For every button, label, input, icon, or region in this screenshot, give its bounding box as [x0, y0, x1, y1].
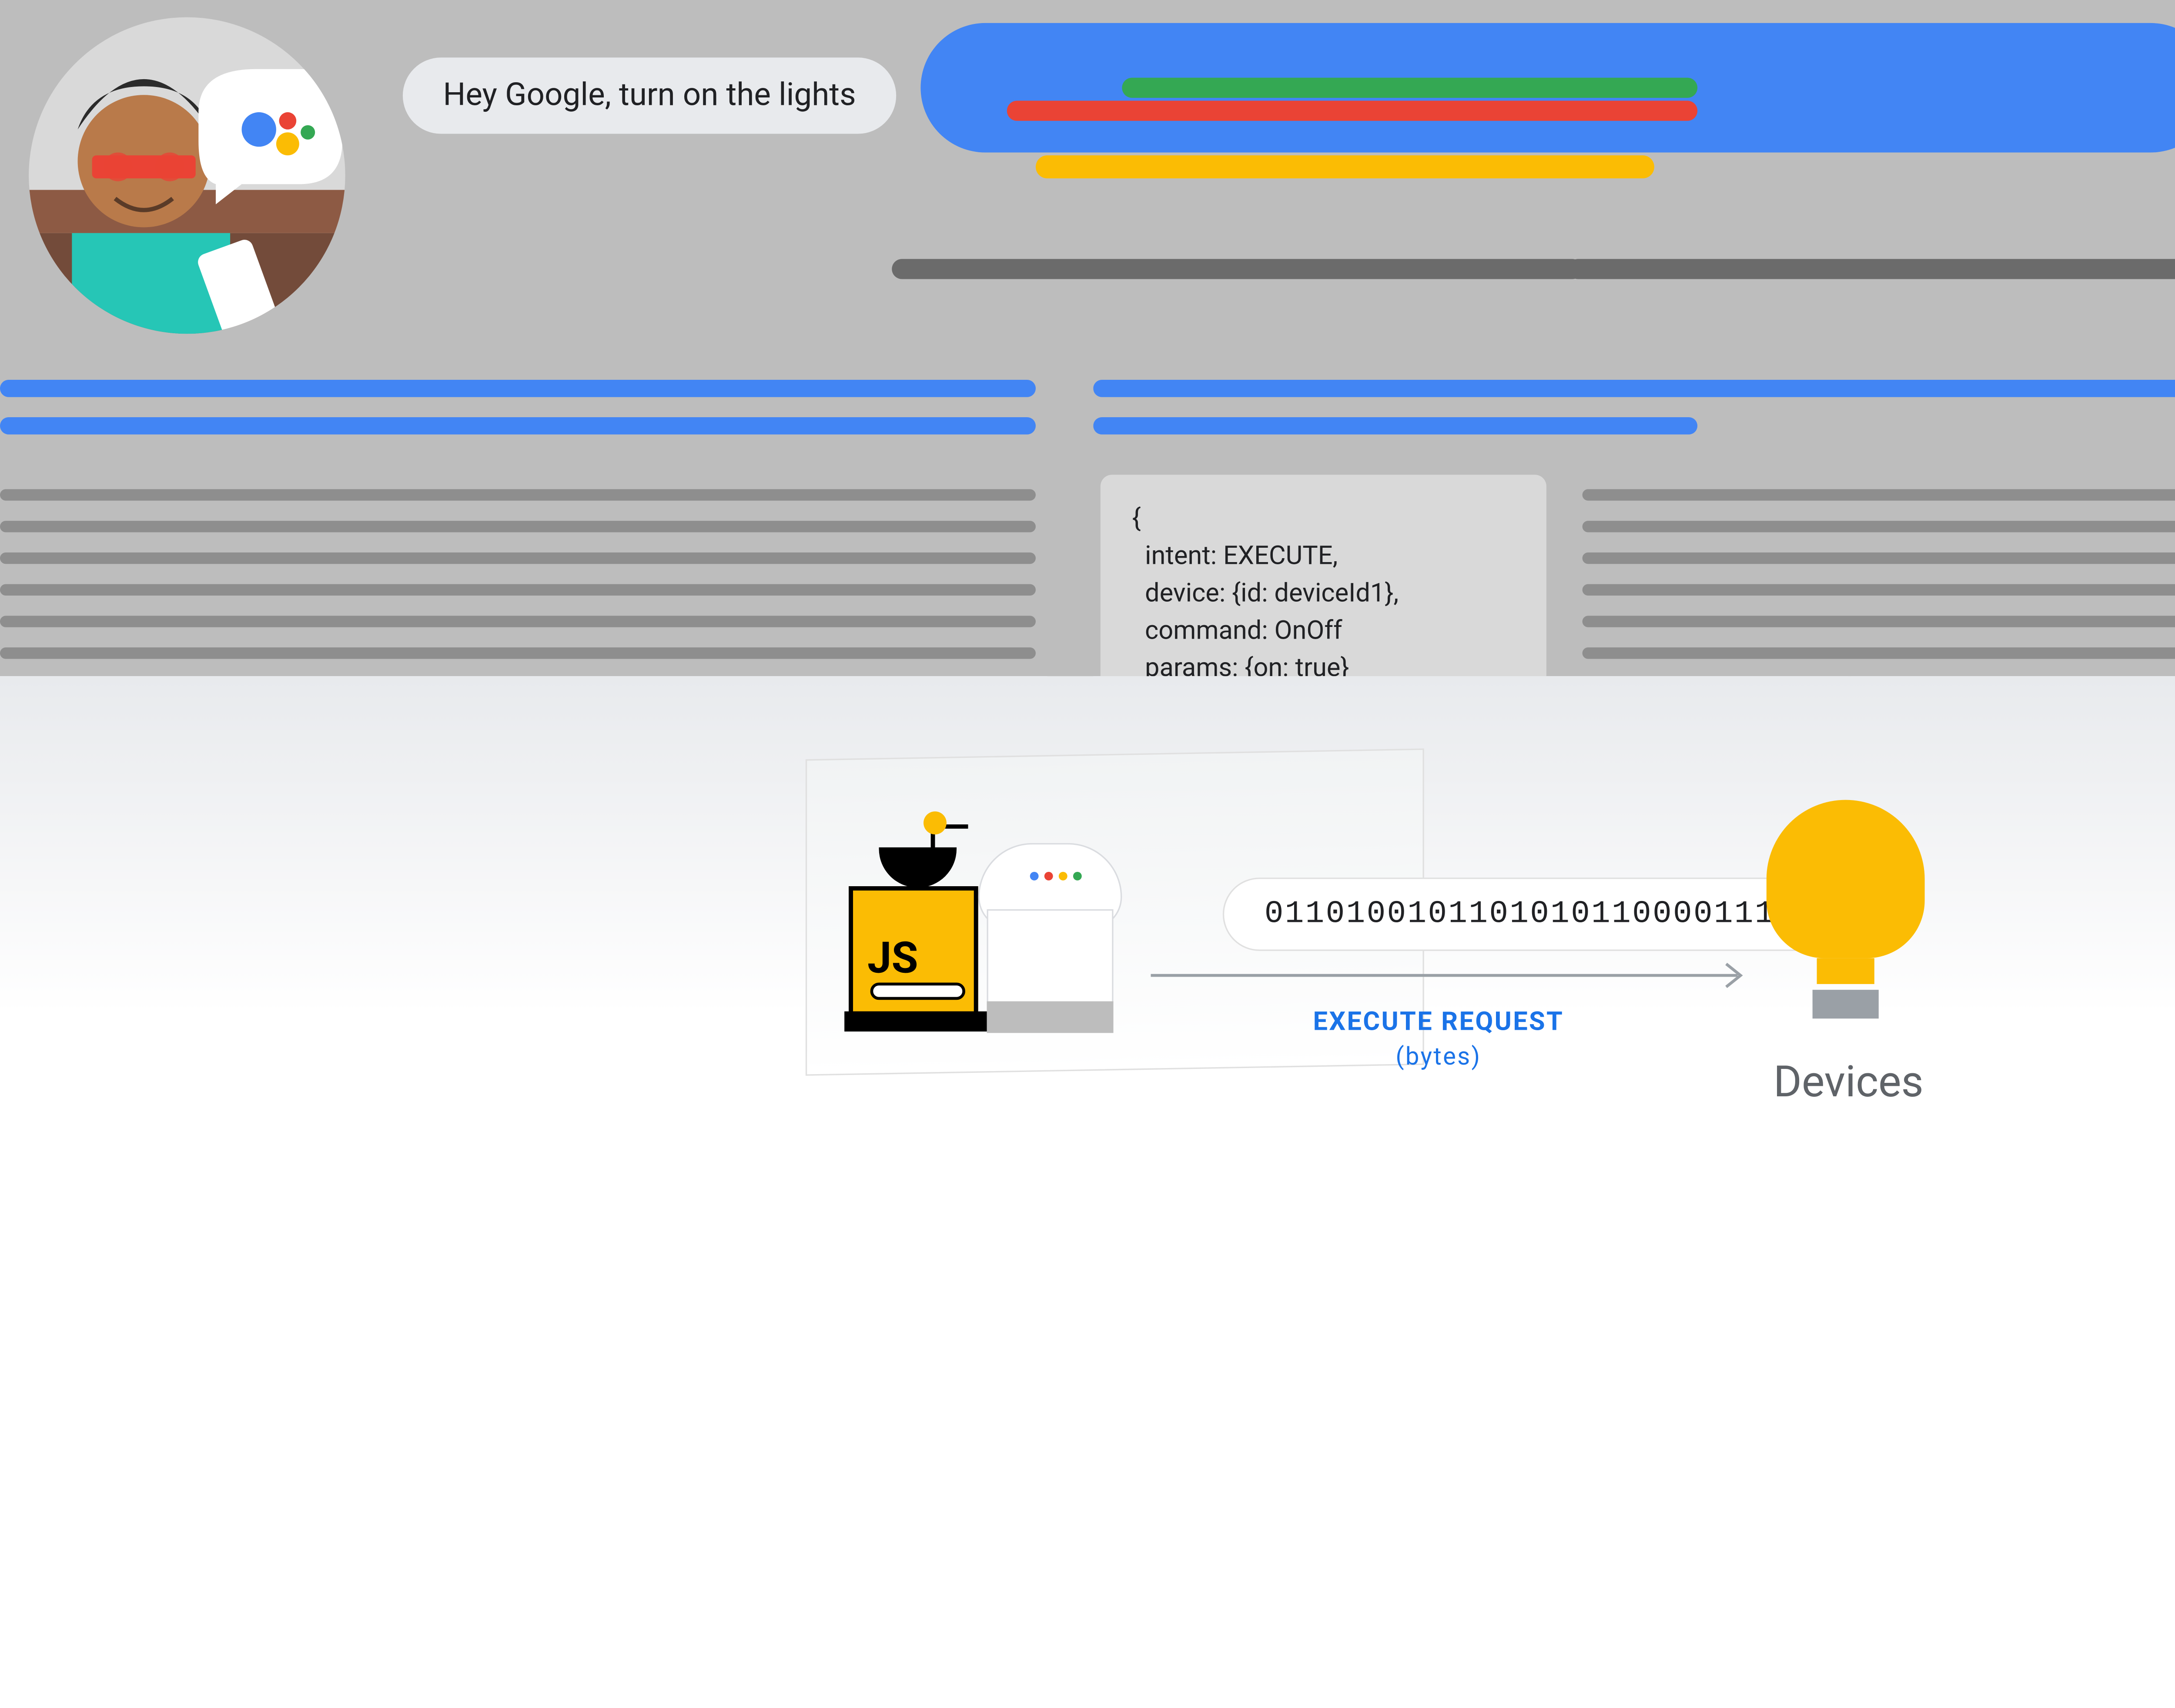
stripe-grey-thin: [0, 616, 1036, 627]
execute-request-label: EXECUTE REQUEST (bytes): [1251, 1007, 1626, 1072]
payload-line: command: OnOff: [1132, 616, 1342, 646]
js-label: JS: [867, 934, 918, 984]
google-home-speaker-icon: [978, 843, 1122, 1030]
stripe-blue: [1093, 380, 2175, 397]
caption-main: EXECUTE REQUEST: [1313, 1007, 1564, 1037]
stripe-grey-thin: [1583, 616, 2175, 627]
connector-bar: [1047, 311, 1093, 728]
stripe-grey-thin: [1583, 584, 2175, 596]
stripe-grey-thin: [0, 521, 1036, 532]
stripe-grey: [892, 259, 1582, 279]
stripe-grey-thin: [1583, 553, 2175, 564]
stripe-grey: [1568, 259, 2175, 279]
arrow-right-icon: [1151, 961, 1755, 990]
local-sdk-js-icon: JS: [849, 886, 978, 1016]
stripe-yellow: [1036, 155, 1654, 178]
stripe-grey-thin: [0, 553, 1036, 564]
stripe-grey-thin: [0, 489, 1036, 500]
stripe-grey-thin: [0, 584, 1036, 596]
voice-command-bubble: Hey Google, turn on the lights: [403, 57, 896, 134]
payload-line: device: {id: deviceId1},: [1132, 579, 1399, 609]
payload-line: {: [1132, 503, 1141, 533]
stripe-grey-thin: [1583, 647, 2175, 659]
user-avatar: [29, 17, 345, 334]
stripe-grey-thin: [1583, 521, 2175, 532]
stripe-blue: [0, 380, 1036, 397]
caption-sub: (bytes): [1251, 1043, 1626, 1072]
stripe-blue: [1093, 417, 1697, 435]
payload-line: intent: EXECUTE,: [1132, 541, 1338, 571]
stripe-grey-thin: [0, 647, 1036, 659]
stripe-grey-thin: [1583, 489, 2175, 500]
stripe-blue: [0, 417, 1036, 435]
stripe-green: [1122, 78, 1697, 98]
stripe-red: [1007, 100, 1697, 121]
lightbulb-device-icon: [1767, 800, 1925, 1016]
devices-label: Devices: [1726, 1058, 1971, 1108]
